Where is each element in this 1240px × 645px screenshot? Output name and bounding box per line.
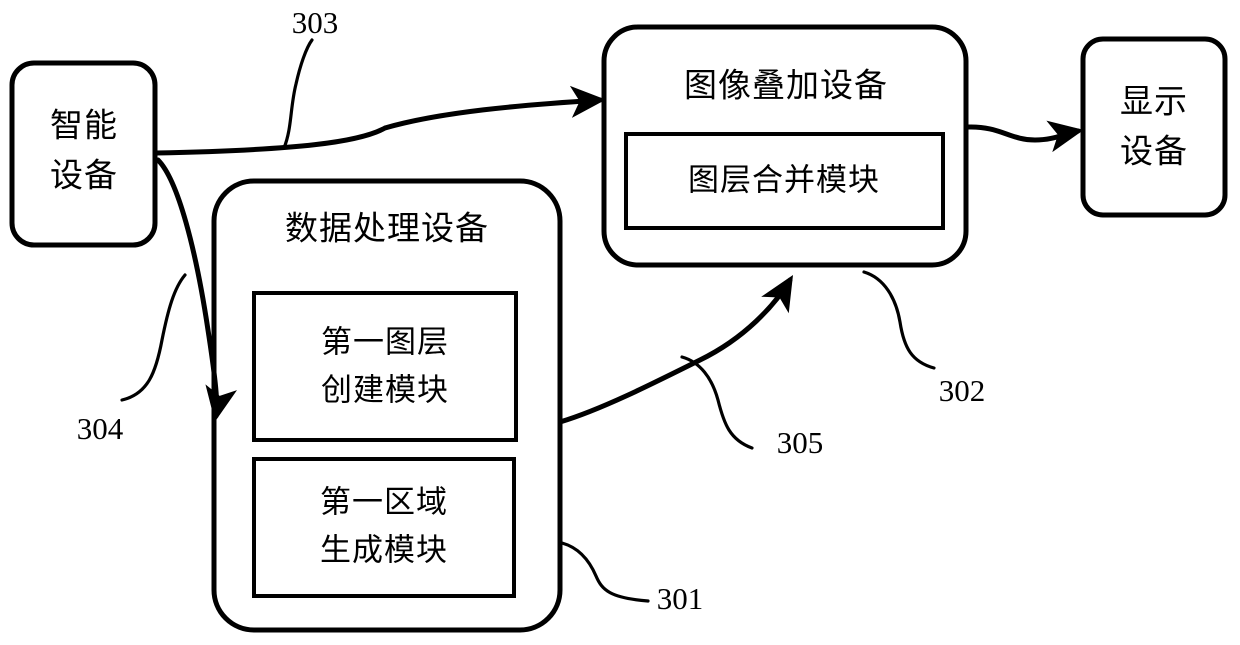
reference-304: 304 — [77, 273, 187, 446]
layer-merge-module-label: 图层合并模块 — [688, 163, 880, 199]
first-layer-create-module-box[interactable] — [252, 291, 518, 442]
display-device-label-line1: 显示 — [1120, 82, 1188, 121]
reference-numeral-303: 303 — [292, 5, 339, 40]
connector-smart-to-overlay — [153, 85, 606, 156]
reference-numeral-304: 304 — [77, 411, 124, 446]
leader-301 — [560, 541, 650, 603]
diagram-canvas: 智能 设备 数据处理设备 第一图层 创建模块 第一区域 生成模块 图像叠加设备 — [9, 5, 1228, 633]
smart-device-box[interactable] — [9, 60, 158, 248]
connector-smart-to-dataproc — [155, 157, 237, 422]
smart-device-label-line2: 设备 — [50, 156, 118, 195]
reference-numeral-301: 301 — [657, 581, 704, 616]
node-display-device[interactable]: 显示 设备 — [1080, 36, 1228, 218]
reference-numeral-302: 302 — [939, 373, 986, 408]
data-processing-device-label: 数据处理设备 — [285, 209, 489, 248]
node-smart-device[interactable]: 智能 设备 — [9, 60, 158, 248]
connector-overlay-to-display — [965, 120, 1084, 153]
module-first-layer-create[interactable]: 第一图层 创建模块 — [252, 291, 518, 442]
reference-numeral-305: 305 — [777, 425, 824, 460]
first-region-generate-label-line1: 第一区域 — [320, 485, 448, 521]
leader-303 — [282, 38, 314, 150]
reference-302: 302 — [862, 270, 986, 408]
leader-302 — [862, 270, 936, 370]
image-overlay-device-label: 图像叠加设备 — [684, 66, 888, 105]
leader-305 — [680, 355, 754, 450]
connector-dataproc-to-overlay — [557, 274, 794, 425]
first-layer-create-label-line1: 第一图层 — [321, 325, 449, 361]
patent-figure: 智能 设备 数据处理设备 第一图层 创建模块 第一区域 生成模块 图像叠加设备 — [0, 0, 1240, 645]
node-image-overlay-device[interactable]: 图像叠加设备 图层合并模块 — [601, 24, 969, 268]
first-region-generate-label-line2: 生成模块 — [320, 533, 448, 569]
first-layer-create-label-line2: 创建模块 — [321, 373, 449, 409]
smart-device-label-line1: 智能 — [50, 106, 118, 145]
reference-305: 305 — [680, 355, 824, 460]
node-data-processing-device[interactable]: 数据处理设备 第一图层 创建模块 第一区域 生成模块 — [211, 178, 563, 633]
first-region-generate-module-box[interactable] — [252, 457, 516, 598]
module-first-region-generate[interactable]: 第一区域 生成模块 — [252, 457, 516, 598]
module-layer-merge[interactable]: 图层合并模块 — [624, 132, 945, 230]
reference-301: 301 — [560, 541, 704, 616]
display-device-box[interactable] — [1080, 36, 1228, 218]
leader-304 — [120, 273, 187, 402]
reference-303: 303 — [282, 5, 339, 150]
display-device-label-line2: 设备 — [1120, 132, 1188, 171]
